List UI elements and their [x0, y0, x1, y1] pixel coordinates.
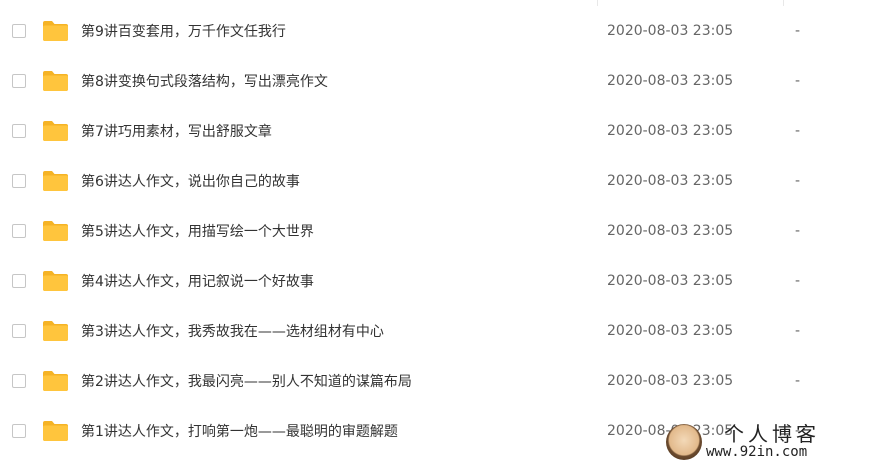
folder-row[interactable]: 第8讲变换句式段落结构，写出漂亮作文 2020-08-03 23:05 - — [0, 56, 876, 106]
file-size: - — [795, 73, 801, 89]
modified-date: 2020-08-03 23:05 — [607, 123, 734, 139]
folder-icon — [43, 21, 68, 41]
file-size: - — [795, 373, 801, 389]
row-checkbox[interactable] — [12, 224, 26, 238]
folder-icon — [43, 271, 68, 291]
folder-icon — [43, 421, 68, 441]
modified-date: 2020-08-03 23:05 — [607, 273, 734, 289]
row-checkbox[interactable] — [12, 24, 26, 38]
row-checkbox[interactable] — [12, 74, 26, 88]
watermark-url: www.92in.com — [706, 444, 808, 460]
folder-icon — [43, 321, 68, 341]
folder-name[interactable]: 第4讲达人作文，用记叙说一个好故事 — [81, 271, 314, 291]
file-list: 第9讲百变套用，万千作文任我行 2020-08-03 23:05 - 第8讲变换… — [0, 0, 876, 468]
modified-date: 2020-08-03 23:05 — [607, 373, 734, 389]
folder-name[interactable]: 第2讲达人作文，我最闪亮——别人不知道的谋篇布局 — [81, 371, 412, 391]
file-size: - — [795, 323, 801, 339]
row-checkbox[interactable] — [12, 374, 26, 388]
file-size: - — [795, 123, 801, 139]
file-size: - — [795, 273, 801, 289]
watermark-title: 个人博客 — [724, 422, 820, 446]
folder-row[interactable]: 第3讲达人作文，我秀故我在——选材组材有中心 2020-08-03 23:05 … — [0, 306, 876, 356]
folder-name[interactable]: 第5讲达人作文，用描写绘一个大世界 — [81, 221, 314, 241]
folder-row[interactable]: 第5讲达人作文，用描写绘一个大世界 2020-08-03 23:05 - — [0, 206, 876, 256]
folder-name[interactable]: 第3讲达人作文，我秀故我在——选材组材有中心 — [81, 321, 384, 341]
folder-row[interactable]: 第7讲巧用素材，写出舒服文章 2020-08-03 23:05 - — [0, 106, 876, 156]
folder-name[interactable]: 第6讲达人作文，说出你自己的故事 — [81, 171, 300, 191]
file-size: - — [795, 223, 801, 239]
modified-date: 2020-08-03 23:05 — [607, 323, 734, 339]
folder-icon — [43, 121, 68, 141]
folder-row[interactable]: 第2讲达人作文，我最闪亮——别人不知道的谋篇布局 2020-08-03 23:0… — [0, 356, 876, 406]
folder-icon — [43, 371, 68, 391]
modified-date: 2020-08-03 23:05 — [607, 173, 734, 189]
folder-icon — [43, 171, 68, 191]
row-checkbox[interactable] — [12, 274, 26, 288]
row-checkbox[interactable] — [12, 424, 26, 438]
folder-name[interactable]: 第9讲百变套用，万千作文任我行 — [81, 21, 286, 41]
row-checkbox[interactable] — [12, 324, 26, 338]
folder-icon — [43, 71, 68, 91]
modified-date: 2020-08-03 23:05 — [607, 223, 734, 239]
folder-name[interactable]: 第8讲变换句式段落结构，写出漂亮作文 — [81, 71, 328, 91]
file-size: - — [795, 173, 801, 189]
row-checkbox[interactable] — [12, 124, 26, 138]
folder-row[interactable]: 第6讲达人作文，说出你自己的故事 2020-08-03 23:05 - — [0, 156, 876, 206]
folder-row[interactable]: 第4讲达人作文，用记叙说一个好故事 2020-08-03 23:05 - — [0, 256, 876, 306]
file-size: - — [795, 23, 801, 39]
modified-date: 2020-08-03 23:05 — [607, 73, 734, 89]
folder-name[interactable]: 第1讲达人作文，打响第一炮——最聪明的审题解题 — [81, 421, 398, 441]
watermark: 个人博客 www.92in.com — [666, 420, 866, 464]
folder-icon — [43, 221, 68, 241]
watermark-avatar — [666, 424, 702, 460]
row-checkbox[interactable] — [12, 174, 26, 188]
modified-date: 2020-08-03 23:05 — [607, 23, 734, 39]
folder-name[interactable]: 第7讲巧用素材，写出舒服文章 — [81, 121, 272, 141]
folder-row[interactable]: 第9讲百变套用，万千作文任我行 2020-08-03 23:05 - — [0, 6, 876, 56]
